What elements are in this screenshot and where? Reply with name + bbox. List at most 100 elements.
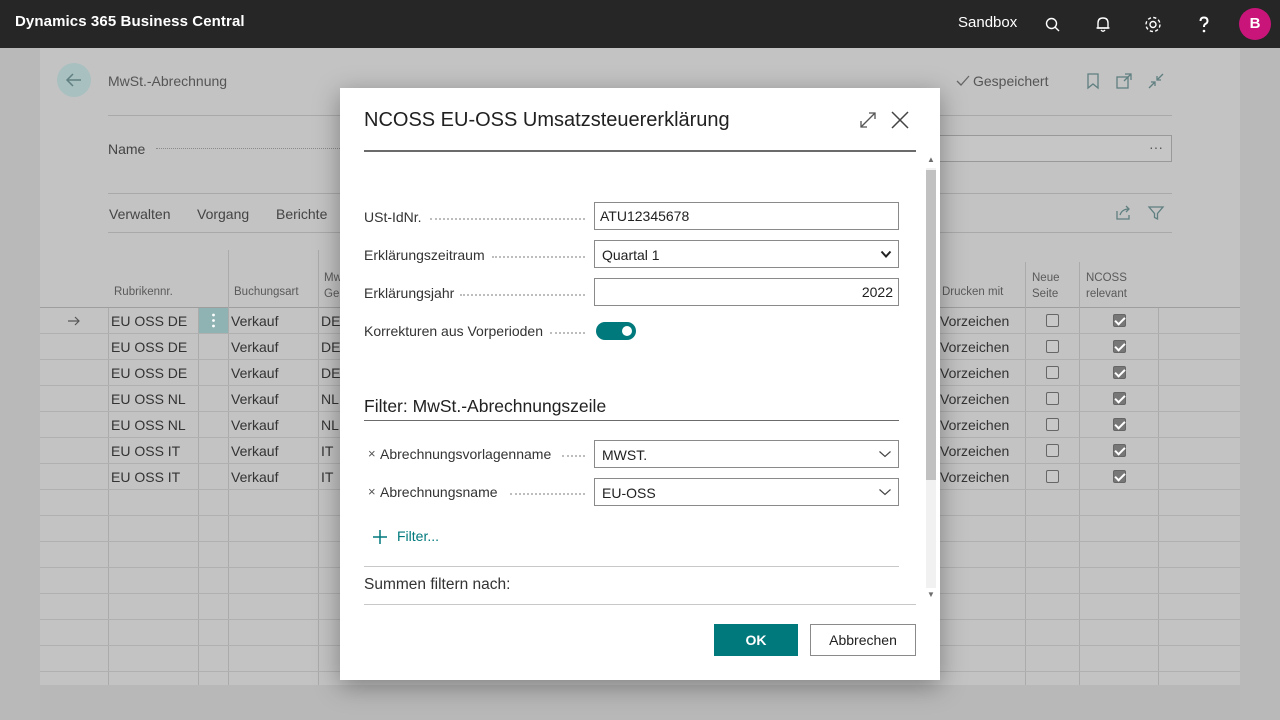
col-header-rubrik[interactable]: Rubrikennr.	[114, 284, 173, 300]
checkbox-ncoss-relevant[interactable]	[1113, 418, 1126, 431]
cell-drucken[interactable]: Vorzeichen	[940, 313, 1009, 329]
more-options[interactable]: ···	[1149, 139, 1163, 155]
collapse-icon[interactable]	[1147, 72, 1165, 90]
close-icon[interactable]	[890, 110, 910, 130]
checkbox-ncoss-relevant[interactable]	[1113, 314, 1126, 327]
scroll-down-icon[interactable]: ▼	[926, 590, 936, 600]
cell-rubrikennr[interactable]: EU OSS DE	[111, 365, 187, 381]
arrow-left-icon	[65, 73, 81, 87]
remove-filter-name-button[interactable]: ×	[368, 484, 376, 499]
checkbox-neue-seite[interactable]	[1046, 314, 1059, 327]
avatar[interactable]: B	[1239, 8, 1271, 40]
cell-drucken[interactable]: Vorzeichen	[940, 469, 1009, 485]
cell-buchungsart[interactable]: Verkauf	[231, 417, 278, 433]
cell-buchungsart[interactable]: Verkauf	[231, 391, 278, 407]
add-filter-label: Filter...	[397, 528, 440, 544]
chevron-down-icon	[879, 489, 891, 496]
cell-rubrikennr[interactable]: EU OSS NL	[111, 417, 186, 433]
bookmark-icon[interactable]	[1084, 72, 1102, 90]
cell-buchungsart[interactable]: Verkauf	[231, 469, 278, 485]
col-header-neue-line1: Neue	[1032, 272, 1060, 284]
erklaerungszeitraum-dots	[492, 256, 585, 258]
checkbox-neue-seite[interactable]	[1046, 392, 1059, 405]
checkbox-ncoss-relevant[interactable]	[1113, 392, 1126, 405]
share-icon[interactable]	[1114, 204, 1132, 222]
abrechnungsname-select[interactable]: EU-OSS	[594, 478, 899, 506]
dialog-title-divider	[364, 150, 916, 152]
help-icon[interactable]	[1194, 14, 1214, 34]
cell-rubrikennr[interactable]: EU OSS NL	[111, 391, 186, 407]
remove-filter-vorlage-button[interactable]: ×	[368, 446, 376, 461]
col-header-drucken[interactable]: Drucken mit	[942, 284, 1003, 300]
search-icon[interactable]	[1043, 14, 1063, 34]
filter-icon[interactable]	[1147, 204, 1165, 222]
cell-drucken[interactable]: Vorzeichen	[940, 417, 1009, 433]
cell-mw[interactable]: NL	[321, 391, 339, 407]
checkbox-neue-seite[interactable]	[1046, 470, 1059, 483]
korrekturen-label: Korrekturen aus Vorperioden	[364, 323, 543, 339]
col-header-buchungsart[interactable]: Buchungsart	[234, 284, 299, 300]
cell-mw[interactable]: DE	[321, 339, 340, 355]
korrekturen-toggle[interactable]	[596, 322, 636, 340]
checkbox-ncoss-relevant[interactable]	[1113, 470, 1126, 483]
col-header-neue-seite[interactable]: Neue Seite	[1032, 270, 1060, 302]
dialog-title: NCOSS EU-OSS Umsatzsteuererklärung	[364, 109, 730, 131]
ok-button[interactable]: OK	[714, 624, 798, 656]
open-new-window-icon[interactable]	[1115, 72, 1133, 90]
cell-mw[interactable]: DE	[321, 313, 340, 329]
page-bottom-bar	[40, 685, 1240, 720]
checkbox-ncoss-relevant[interactable]	[1113, 366, 1126, 379]
summen-divider	[364, 566, 899, 567]
checkbox-neue-seite[interactable]	[1046, 366, 1059, 379]
erklaerungszeitraum-select[interactable]: Quartal 1	[594, 240, 899, 268]
cell-mw[interactable]: NL	[321, 417, 339, 433]
menu-verwalten[interactable]: Verwalten	[109, 206, 170, 222]
cell-mw[interactable]: IT	[321, 443, 333, 459]
bell-icon[interactable]	[1093, 14, 1113, 34]
ust-idnr-input[interactable]	[594, 202, 899, 230]
abrechnungsvorlagenname-select[interactable]: MWST.	[594, 440, 899, 468]
cell-mw[interactable]: DE	[321, 365, 340, 381]
name-label: Name	[108, 141, 146, 157]
scroll-up-icon[interactable]: ▲	[926, 155, 936, 165]
menu-vorgang[interactable]: Vorgang	[197, 206, 249, 222]
menu-berichte[interactable]: Berichte	[276, 206, 327, 222]
expand-icon[interactable]	[858, 110, 878, 130]
cell-buchungsart[interactable]: Verkauf	[231, 313, 278, 329]
scroll-thumb[interactable]	[926, 170, 936, 480]
environment-label[interactable]: Sandbox	[958, 14, 1017, 31]
row-actions-button[interactable]	[199, 308, 228, 333]
app-title[interactable]: Dynamics 365 Business Central	[15, 13, 245, 30]
cell-drucken[interactable]: Vorzeichen	[940, 339, 1009, 355]
cell-drucken[interactable]: Vorzeichen	[940, 391, 1009, 407]
cell-buchungsart[interactable]: Verkauf	[231, 365, 278, 381]
erklaerungsjahr-dots	[460, 294, 585, 296]
abrechnungsname-dots	[510, 493, 585, 495]
cell-rubrikennr[interactable]: EU OSS DE	[111, 313, 187, 329]
ust-idnr-dots	[430, 218, 585, 220]
cell-buchungsart[interactable]: Verkauf	[231, 339, 278, 355]
dialog-scrollbar[interactable]: ▲ ▼	[924, 152, 938, 604]
cell-rubrikennr[interactable]: EU OSS DE	[111, 339, 187, 355]
cell-rubrikennr[interactable]: EU OSS IT	[111, 469, 180, 485]
erklaerungsjahr-input[interactable]	[594, 278, 899, 306]
checkbox-ncoss-relevant[interactable]	[1113, 340, 1126, 353]
cell-buchungsart[interactable]: Verkauf	[231, 443, 278, 459]
cell-mw[interactable]: IT	[321, 469, 333, 485]
col-header-ncoss[interactable]: NCOSS relevant	[1086, 270, 1127, 302]
name-field[interactable]: ···	[930, 135, 1172, 162]
erklaerungsjahr-label: Erklärungsjahr	[364, 285, 455, 301]
checkbox-neue-seite[interactable]	[1046, 340, 1059, 353]
checkbox-neue-seite[interactable]	[1046, 418, 1059, 431]
cell-rubrikennr[interactable]: EU OSS IT	[111, 443, 180, 459]
cell-drucken[interactable]: Vorzeichen	[940, 443, 1009, 459]
cell-drucken[interactable]: Vorzeichen	[940, 365, 1009, 381]
abrechnungsname-label: Abrechnungsname	[380, 484, 498, 500]
cancel-button[interactable]: Abbrechen	[810, 624, 916, 656]
name-dots	[156, 148, 346, 149]
gear-icon[interactable]	[1143, 14, 1163, 34]
checkbox-ncoss-relevant[interactable]	[1113, 444, 1126, 457]
page-title: MwSt.-Abrechnung	[108, 73, 228, 89]
checkbox-neue-seite[interactable]	[1046, 444, 1059, 457]
back-button[interactable]	[57, 63, 91, 97]
